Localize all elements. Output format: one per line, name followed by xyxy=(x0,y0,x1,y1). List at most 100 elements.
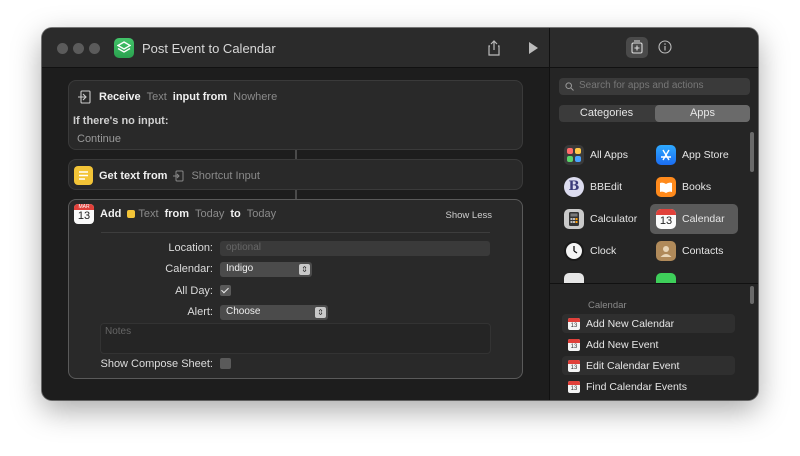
app-item-app-store[interactable]: App Store xyxy=(650,140,738,170)
from-date-token[interactable]: Today xyxy=(195,208,224,220)
app-item-label: Calculator xyxy=(590,213,638,225)
shortcuts-window: Post Event to Calendar Receive Text inpu… xyxy=(42,28,758,400)
app-icon xyxy=(564,273,584,283)
text-token-label: Text xyxy=(138,208,159,220)
app-item-bbedit[interactable]: B BBEdit xyxy=(558,172,646,202)
from-label: from xyxy=(164,208,190,220)
apps-scrollbar[interactable] xyxy=(750,132,754,172)
info-icon[interactable] xyxy=(658,40,672,54)
all-day-label: All Day: xyxy=(175,285,213,297)
notes-field[interactable]: Notes xyxy=(100,323,491,354)
app-item-calculator[interactable]: Calculator xyxy=(558,204,646,234)
alert-select[interactable]: Choose ⇕ xyxy=(220,305,328,320)
editor-pane: Post Event to Calendar Receive Text inpu… xyxy=(42,28,549,400)
actions-scrollbar[interactable] xyxy=(750,286,754,304)
app-item-partial[interactable] xyxy=(558,268,646,283)
get-text-action[interactable]: Get text from Shortcut Input xyxy=(68,159,523,190)
flow-connector xyxy=(295,150,297,159)
app-item-label: Books xyxy=(682,181,712,193)
receive-input-icon xyxy=(77,89,93,105)
calculator-icon xyxy=(564,209,584,229)
window-title: Post Event to Calendar xyxy=(142,41,276,56)
action-label: Find Calendar Events xyxy=(586,380,687,393)
share-icon[interactable] xyxy=(486,40,502,56)
show-less-button[interactable]: Show Less xyxy=(446,210,492,221)
location-label: Location: xyxy=(168,242,213,254)
receive-type-token[interactable]: Text xyxy=(147,91,167,103)
app-item-calendar[interactable]: 13 Calendar xyxy=(650,204,738,234)
alert-label: Alert: xyxy=(187,306,213,318)
select-chevron-icon: ⇕ xyxy=(315,307,326,318)
action-label: Add New Calendar xyxy=(586,317,675,330)
receive-verb: Receive xyxy=(99,91,141,103)
tab-categories[interactable]: Categories xyxy=(559,105,654,122)
all-day-checkbox[interactable] xyxy=(220,285,231,296)
action-add-new-calendar[interactable]: 13 Add New Calendar xyxy=(562,314,735,333)
minimize-window-button[interactable] xyxy=(73,43,84,54)
app-item-clock[interactable]: Clock xyxy=(558,236,646,266)
action-label: Add New Event xyxy=(586,338,659,351)
shortcut-input-token[interactable]: Shortcut Input xyxy=(191,170,260,182)
app-item-label: BBEdit xyxy=(590,181,623,193)
get-text-verb: Get text from xyxy=(99,169,168,182)
action-edit-calendar-event[interactable]: 13 Edit Calendar Event xyxy=(562,356,735,375)
search-input[interactable]: Search for apps and actions xyxy=(559,78,750,95)
books-icon xyxy=(656,177,676,197)
calendar-label: Calendar: xyxy=(165,263,213,275)
app-item-label: App Store xyxy=(682,149,729,161)
receive-mid-text: input from xyxy=(172,91,228,103)
sidebar-toolbar xyxy=(550,28,758,68)
receive-input-action[interactable]: Receive Text input from Nowhere If there… xyxy=(68,80,523,150)
action-find-calendar-events[interactable]: 13 Find Calendar Events xyxy=(562,377,735,396)
app-item-contacts[interactable]: Contacts xyxy=(650,236,738,266)
library-button[interactable] xyxy=(626,37,648,58)
app-item-partial[interactable] xyxy=(650,268,738,283)
search-icon xyxy=(565,82,574,91)
text-token-icon xyxy=(127,210,136,218)
zoom-window-button[interactable] xyxy=(89,43,100,54)
add-verb: Add xyxy=(100,208,122,220)
calendar-select-value: Indigo xyxy=(226,263,254,274)
location-field[interactable]: optional xyxy=(220,241,490,256)
close-window-button[interactable] xyxy=(57,43,68,54)
divider xyxy=(101,232,490,233)
calendar-icon: 13 xyxy=(568,338,580,351)
receive-source-token[interactable]: Nowhere xyxy=(233,91,277,103)
to-label: to xyxy=(230,208,241,220)
contacts-icon xyxy=(656,241,676,261)
calendar-icon: 13 xyxy=(568,380,580,393)
app-store-icon xyxy=(656,145,676,165)
section-title: Calendar xyxy=(588,300,627,311)
app-item-label: Contacts xyxy=(682,245,724,257)
grid-apps-icon xyxy=(564,145,584,165)
text-icon xyxy=(74,166,93,185)
compose-sheet-label: Show Compose Sheet: xyxy=(100,358,213,370)
shortcut-icon[interactable] xyxy=(114,38,134,58)
compose-sheet-checkbox[interactable] xyxy=(220,358,231,369)
calendar-select[interactable]: Indigo ⇕ xyxy=(220,262,312,277)
action-label: Edit Calendar Event xyxy=(586,359,680,372)
run-play-icon[interactable] xyxy=(525,40,541,56)
action-add-new-event[interactable]: 13 Add New Event xyxy=(562,335,735,354)
calendar-icon: 13 xyxy=(656,209,676,229)
no-input-label: If there's no input: xyxy=(73,115,169,127)
app-item-all-apps[interactable]: All Apps xyxy=(558,140,646,170)
apps-grid: All Apps App Store B BBEdit Books Calcul… xyxy=(550,128,758,284)
app-icon xyxy=(656,273,676,283)
to-date-token[interactable]: Today xyxy=(247,208,276,220)
alert-select-value: Choose xyxy=(226,306,261,317)
select-chevron-icon: ⇕ xyxy=(299,264,310,275)
flow-connector xyxy=(295,190,297,199)
segmented-control: Categories Apps xyxy=(559,105,750,122)
bbedit-icon: B xyxy=(564,177,584,197)
no-input-value[interactable]: Continue xyxy=(77,133,121,145)
app-item-books[interactable]: Books xyxy=(650,172,738,202)
add-event-action[interactable]: MAR 13 Add Text from Today to Today Show… xyxy=(68,199,523,379)
text-token[interactable]: Text xyxy=(127,208,159,220)
shortcut-input-icon xyxy=(173,170,185,182)
calendar-icon: 13 xyxy=(568,359,580,372)
tab-apps[interactable]: Apps xyxy=(655,105,750,122)
app-item-label: Clock xyxy=(590,245,617,257)
action-library-sidebar: Search for apps and actions Categories A… xyxy=(549,28,758,400)
clock-icon xyxy=(564,241,584,261)
